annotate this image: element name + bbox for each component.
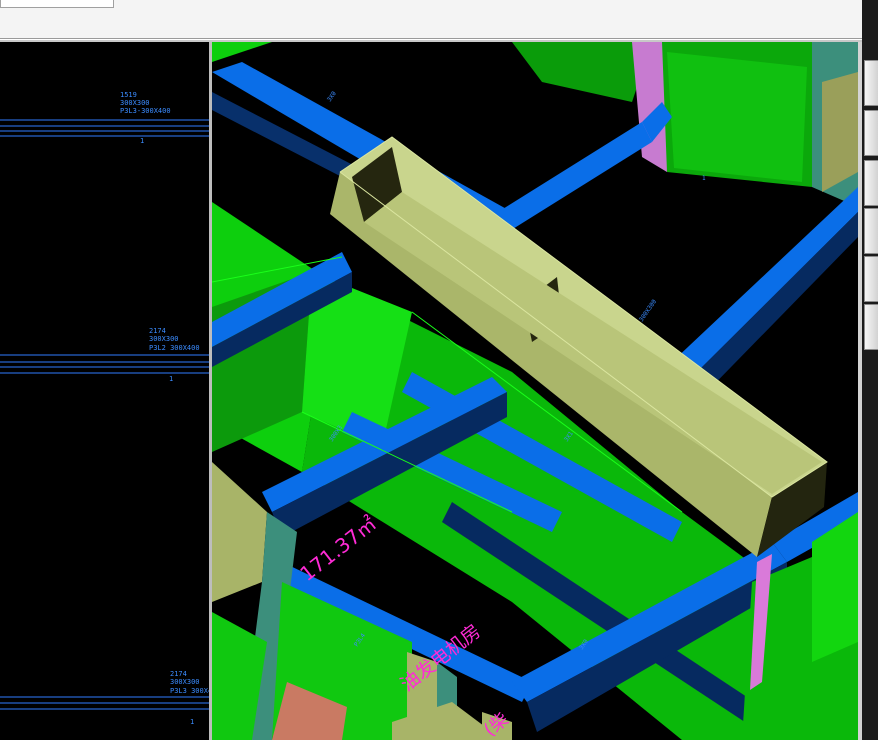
top-toolbar	[0, 0, 862, 39]
mark: 1	[190, 718, 194, 726]
beam-id: 2174	[149, 327, 166, 335]
model-3d-viewport[interactable]: 171.37㎡ 油发电机房 (柴 3X0 300X3 3X1 300X300 P…	[212, 42, 858, 740]
beam-code: P3L3 300X400	[170, 687, 209, 695]
beam-label-2: 2174 300X300 P3L2 300X400	[149, 327, 200, 352]
plan-viewport[interactable]: 1519 300X300 P3L3-300X400 2174 300X300 P…	[0, 42, 209, 740]
beam-label-3: 2174 300X300 P3L3 300X400	[170, 670, 209, 695]
beam-id: 1519	[120, 91, 137, 99]
wall	[822, 72, 858, 192]
model-tag: 3X0	[326, 90, 338, 103]
toolbar-input-field[interactable]	[0, 0, 114, 8]
beam-size: 300X300	[120, 99, 150, 107]
wall	[667, 52, 807, 182]
floor-slab	[212, 42, 272, 62]
beam-code: P3L3-300X400	[120, 107, 171, 115]
side-tool-button[interactable]	[864, 304, 878, 350]
wall	[212, 462, 267, 602]
plan-drawing: 1519 300X300 P3L3-300X400 2174 300X300 P…	[0, 91, 209, 726]
side-tool-button[interactable]	[864, 60, 878, 106]
model-3d-drawing: 171.37㎡ 油发电机房 (柴 3X0 300X3 3X1 300X300 P…	[212, 42, 858, 740]
mark: 1	[140, 137, 144, 145]
side-tool-button[interactable]	[864, 256, 878, 302]
floor-slab	[512, 42, 652, 102]
model-tag: 300X300	[638, 298, 658, 323]
side-tool-button[interactable]	[864, 110, 878, 156]
side-tool-button[interactable]	[864, 160, 878, 206]
beam-size: 300X300	[170, 678, 200, 686]
side-tool-button[interactable]	[864, 208, 878, 254]
model-tag: 1	[702, 175, 706, 182]
mark: 1	[169, 375, 173, 383]
beam-size: 300X300	[149, 335, 179, 343]
beam-code: P3L2 300X400	[149, 344, 200, 352]
beam	[672, 187, 858, 387]
beam-id: 2174	[170, 670, 187, 678]
beam-label-1: 1519 300X300 P3L3-300X400	[120, 91, 171, 115]
